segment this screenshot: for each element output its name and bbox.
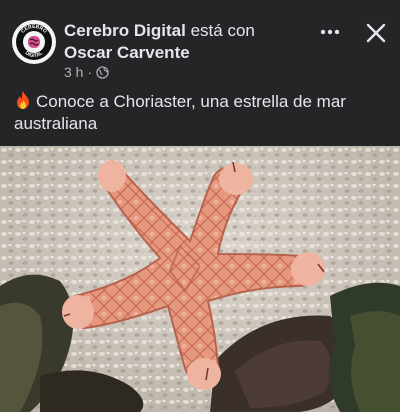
more-options-button[interactable] bbox=[316, 20, 344, 44]
post-header: CEREBRO DIGITAL Cerebro Digital está con… bbox=[0, 0, 400, 88]
caption-text: Conoce a Choriaster, una estrella de mar… bbox=[14, 92, 346, 133]
close-button[interactable] bbox=[364, 21, 388, 45]
post-meta: 3 h · bbox=[64, 64, 109, 80]
author-name-link[interactable]: Cerebro Digital bbox=[64, 21, 186, 40]
starfish-photo bbox=[0, 146, 400, 412]
post-author-line: Cerebro Digital está con Oscar Carvente bbox=[64, 20, 304, 64]
meta-dot: · bbox=[87, 64, 93, 80]
cerebro-digital-logo: CEREBRO DIGITAL bbox=[13, 21, 55, 63]
close-icon bbox=[366, 23, 386, 43]
fire-emoji bbox=[17, 91, 29, 109]
post-caption: Conoce a Choriaster, una estrella de mar… bbox=[14, 90, 390, 135]
tagged-person-link[interactable]: Oscar Carvente bbox=[64, 43, 190, 62]
page-avatar[interactable]: CEREBRO DIGITAL bbox=[12, 20, 56, 64]
more-options-icon bbox=[320, 29, 340, 35]
post-photo[interactable] bbox=[0, 146, 400, 412]
post-timestamp[interactable]: 3 h bbox=[64, 64, 83, 80]
globe-icon[interactable] bbox=[96, 65, 109, 79]
with-text: está con bbox=[190, 21, 255, 40]
